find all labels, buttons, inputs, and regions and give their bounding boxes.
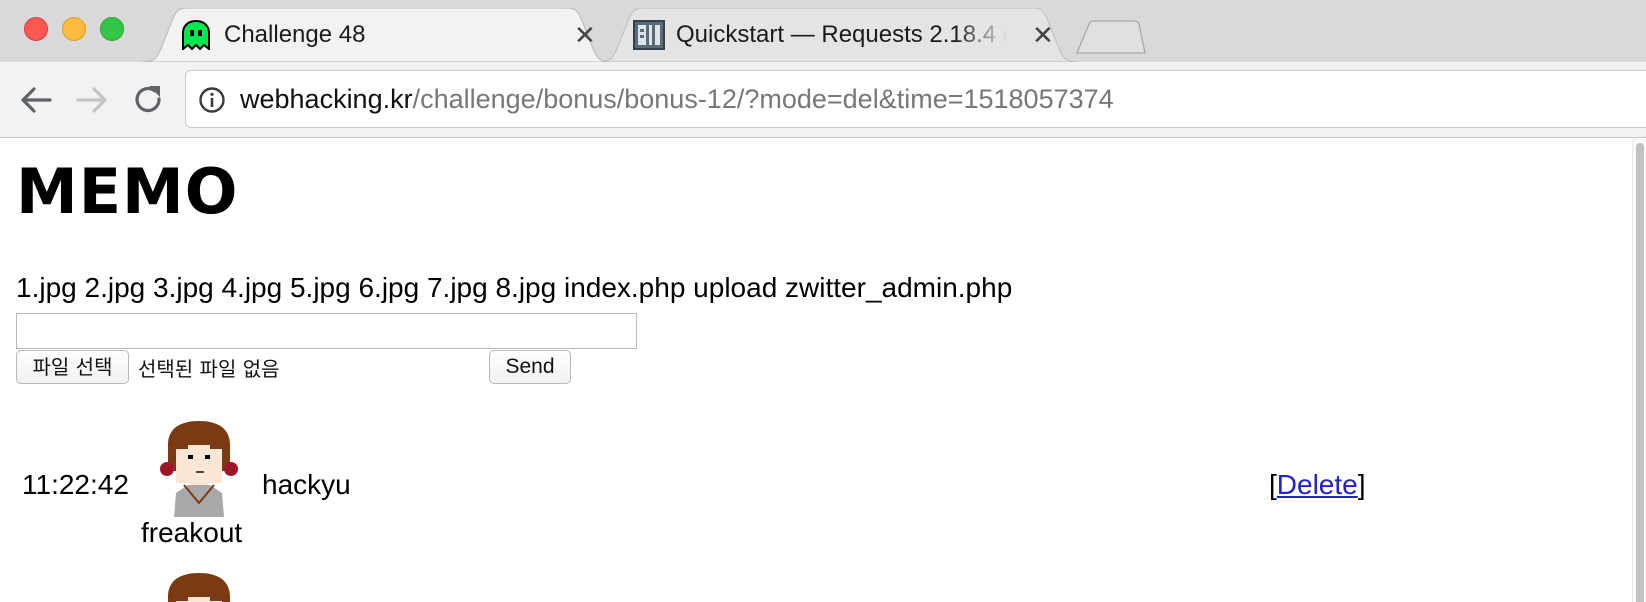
tab-challenge-48[interactable]: Challenge 48 ✕ xyxy=(142,8,612,62)
tab-quickstart[interactable]: Quickstart — Requests 2.18.4 d ✕ xyxy=(598,8,1078,62)
file-list: 1.jpg 2.jpg 3.jpg 4.jpg 5.jpg 6.jpg 7.jp… xyxy=(16,272,1013,303)
delete-link[interactable]: Delete xyxy=(1277,469,1358,500)
back-icon[interactable] xyxy=(16,80,56,120)
window-zoom-button[interactable] xyxy=(100,17,124,41)
info-icon[interactable] xyxy=(198,86,226,114)
reload-icon[interactable] xyxy=(128,80,168,120)
file-choose-button[interactable]: 파일 선택 xyxy=(16,350,129,384)
address-bar[interactable]: webhacking.kr/challenge/bonus/bonus-12/?… xyxy=(185,70,1646,128)
memo-text: freakout xyxy=(141,517,243,548)
file-status-text: 선택된 파일 없음 xyxy=(138,357,280,381)
window-close-button[interactable] xyxy=(24,17,48,41)
send-button[interactable]: Send xyxy=(489,350,571,384)
window-minimize-button[interactable] xyxy=(62,17,86,41)
avatar xyxy=(160,421,238,517)
book-icon xyxy=(633,20,665,50)
tab-strip: Quickstart — Requests 2.18.4 d ✕ Challen… xyxy=(0,0,1646,62)
url-path: /challenge/bonus/bonus-12/?mode=del&time… xyxy=(412,84,1114,114)
tab-title: Quickstart — Requests 2.18.4 d xyxy=(676,21,1008,48)
page-title: MEMO xyxy=(16,155,239,228)
new-tab-button[interactable] xyxy=(1075,20,1147,54)
memo-input[interactable] xyxy=(16,313,637,349)
forward-icon[interactable] xyxy=(72,80,112,120)
scrollbar-thumb[interactable] xyxy=(1636,143,1644,602)
url-host: webhacking.kr xyxy=(240,84,413,114)
page-content: MEMO 1.jpg 2.jpg 3.jpg 4.jpg 5.jpg 6.jpg… xyxy=(0,139,1646,602)
tab-title: Challenge 48 xyxy=(224,21,366,48)
delete-bracket-open: [ xyxy=(1269,469,1277,500)
scrollbar[interactable] xyxy=(1632,139,1646,602)
avatar xyxy=(168,573,230,602)
green-ghost-icon xyxy=(182,20,210,50)
delete-control: [Delete] xyxy=(1269,469,1366,501)
memo-time: 11:22:42 xyxy=(22,469,129,500)
browser-toolbar: webhacking.kr/challenge/bonus/bonus-12/?… xyxy=(0,62,1646,138)
delete-bracket-close: ] xyxy=(1357,469,1366,500)
tab-close-icon[interactable]: ✕ xyxy=(1032,20,1054,50)
tab-close-icon[interactable]: ✕ xyxy=(574,20,596,50)
url-text: webhacking.kr/challenge/bonus/bonus-12/?… xyxy=(240,84,1114,115)
memo-user: hackyu xyxy=(262,469,351,500)
memo-entry: 11:22:42 hackyu freakout [Delete] xyxy=(0,419,1646,559)
